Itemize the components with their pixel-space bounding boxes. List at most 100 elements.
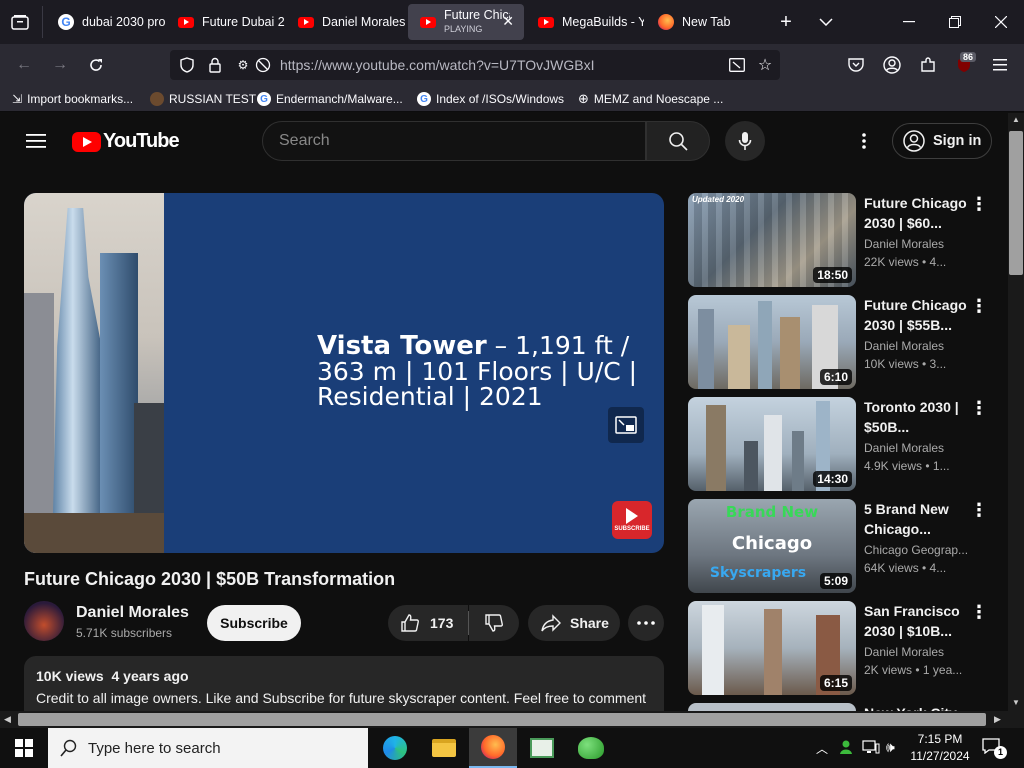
channel-avatar[interactable] <box>24 601 64 641</box>
taskbar-edge[interactable] <box>371 728 419 768</box>
guide-menu-icon[interactable] <box>26 133 46 154</box>
url-text[interactable]: https://www.youtube.com/watch?v=U7TOvJWG… <box>280 57 594 73</box>
shield-icon[interactable] <box>176 54 198 76</box>
taskbar-file-explorer[interactable] <box>420 728 468 768</box>
video-card-menu-icon[interactable]: ⋮ <box>970 297 988 317</box>
lock-icon[interactable] <box>204 54 226 76</box>
related-video-card[interactable]: Updated 2020 18:50 Future Chicago 2030 |… <box>688 193 1008 287</box>
video-card-title[interactable]: Toronto 2030 | $50B... <box>864 397 974 437</box>
video-thumbnail[interactable]: Brand New Chicago Skyscrapers 5:09 <box>688 499 856 593</box>
account-icon[interactable] <box>881 54 903 76</box>
hamburger-menu-icon[interactable] <box>989 54 1011 76</box>
taskbar-messenger[interactable] <box>567 728 615 768</box>
scroll-up-icon[interactable]: ▲ <box>1012 115 1020 124</box>
start-button[interactable] <box>0 728 48 768</box>
video-thumbnail[interactable]: 6:10 <box>688 295 856 389</box>
share-button[interactable]: Share <box>528 605 620 641</box>
scrollbar-thumb[interactable] <box>18 713 986 726</box>
subscribe-watermark[interactable]: SUBSCRIBE <box>612 501 652 539</box>
video-card-channel[interactable]: Chicago Geograp... <box>864 543 974 557</box>
chevron-down-icon[interactable] <box>815 11 837 33</box>
youtube-logo[interactable]: YouTube <box>72 130 180 153</box>
bookmark-endermanch[interactable]: G Endermanch/Malware... <box>257 90 403 108</box>
voice-search-button[interactable] <box>725 121 765 161</box>
more-actions-button[interactable] <box>628 605 664 641</box>
video-thumbnail[interactable]: 6:15 <box>688 601 856 695</box>
taskbar-firefox[interactable] <box>469 728 517 768</box>
horizontal-scrollbar[interactable]: ◀ ▶ <box>0 711 1008 728</box>
bookmark-isos[interactable]: G Index of /ISOs/Windows <box>417 90 564 108</box>
permissions-icon[interactable]: ⚙ <box>232 54 254 76</box>
video-card-menu-icon[interactable]: ⋮ <box>970 501 988 521</box>
video-card-title[interactable]: San Francisco 2030 | $10B... <box>864 601 974 641</box>
tab-dubai-search[interactable]: G dubai 2030 pro <box>46 4 166 40</box>
bookmark-import[interactable]: ⇲ Import bookmarks... <box>12 90 133 108</box>
search-input[interactable]: Search <box>262 121 646 161</box>
forward-arrow-icon[interactable]: → <box>49 54 71 76</box>
restore-icon[interactable] <box>944 11 966 33</box>
tab-future-chicago-active[interactable]: Future Chica PLAYING ✕ <box>408 4 524 40</box>
related-video-card[interactable]: 6:10 Future Chicago 2030 | $55B... Danie… <box>688 295 1008 389</box>
related-video-card[interactable]: 6:15 San Francisco 2030 | $10B... Daniel… <box>688 601 1008 695</box>
pocket-icon[interactable] <box>845 54 867 76</box>
scroll-right-icon[interactable]: ▶ <box>994 714 1001 725</box>
vertical-scrollbar[interactable]: ▲ ▼ <box>1008 113 1024 711</box>
video-card-menu-icon[interactable]: ⋮ <box>970 399 988 419</box>
channel-name[interactable]: Daniel Morales <box>76 604 189 622</box>
bookmark-star-icon[interactable]: ☆ <box>754 54 776 76</box>
video-card-menu-icon[interactable]: ⋮ <box>970 195 988 215</box>
tab-overview-icon[interactable] <box>9 11 31 33</box>
taskbar-app-window[interactable] <box>518 728 566 768</box>
volume-icon[interactable]: 🕪 <box>886 739 895 756</box>
related-video-card[interactable]: New York City... <box>688 703 1008 711</box>
video-player[interactable]: Vista Tower – 1,191 ft / 363 m | 101 Flo… <box>24 193 664 553</box>
video-card-channel[interactable]: Daniel Morales <box>864 441 974 455</box>
scrollbar-thumb[interactable] <box>1009 131 1023 275</box>
video-card-title[interactable]: Future Chicago 2030 | $55B... <box>864 295 974 335</box>
clock-time: 7:15 PM <box>917 732 963 746</box>
video-thumbnail[interactable] <box>688 703 856 711</box>
like-button[interactable]: 173 <box>388 605 468 641</box>
clock[interactable]: 7:15 PM 11/27/2024 <box>910 731 970 765</box>
video-card-title[interactable]: New York City... <box>864 703 974 711</box>
video-card-title[interactable]: 5 Brand New Chicago... <box>864 499 974 539</box>
scroll-left-icon[interactable]: ◀ <box>4 714 11 725</box>
new-tab-plus-icon[interactable]: + <box>775 11 797 33</box>
network-icon[interactable] <box>862 740 880 759</box>
tab-daniel-morales[interactable]: Daniel Morales <box>286 4 406 40</box>
close-window-icon[interactable] <box>990 11 1012 33</box>
tab-megabuilds[interactable]: MegaBuilds - Y <box>526 4 644 40</box>
show-hidden-icons-chevron-icon[interactable]: ︿ <box>816 740 828 757</box>
video-card-channel[interactable]: Daniel Morales <box>864 645 974 659</box>
tab-new-tab[interactable]: New Tab <box>646 4 756 40</box>
video-thumbnail[interactable]: Updated 2020 18:50 <box>688 193 856 287</box>
subscribe-button[interactable]: Subscribe <box>207 605 301 641</box>
video-card-menu-icon[interactable]: ⋮ <box>970 603 988 623</box>
dislike-button[interactable] <box>469 605 519 641</box>
video-thumbnail[interactable]: 14:30 <box>688 397 856 491</box>
autoplay-blocked-icon[interactable] <box>252 54 274 76</box>
video-card-channel[interactable]: Daniel Morales <box>864 237 974 251</box>
reader-view-icon[interactable] <box>726 54 748 76</box>
firefox-icon <box>481 735 505 759</box>
back-arrow-icon[interactable]: ← <box>13 54 35 76</box>
scroll-down-icon[interactable]: ▼ <box>1012 698 1020 707</box>
related-video-card[interactable]: 14:30 Toronto 2030 | $50B... Daniel Mora… <box>688 397 1008 491</box>
bookmark-russian-test[interactable]: RUSSIAN TEST <box>150 90 256 108</box>
video-card-channel[interactable]: Daniel Morales <box>864 339 974 353</box>
video-card-title[interactable]: Future Chicago 2030 | $60... <box>864 193 974 233</box>
picture-in-picture-icon[interactable] <box>608 407 644 443</box>
more-options-icon[interactable] <box>858 131 870 151</box>
sign-in-button[interactable]: Sign in <box>892 123 992 159</box>
taskbar-search-box[interactable]: Type here to search <box>48 728 368 768</box>
bookmark-memz[interactable]: ⊕ MEMZ and Noescape ... <box>578 90 723 108</box>
minimize-icon[interactable] <box>898 11 920 33</box>
search-button[interactable] <box>646 121 710 161</box>
reload-icon[interactable] <box>85 54 107 76</box>
close-tab-icon[interactable]: ✕ <box>502 13 514 30</box>
related-video-card[interactable]: Brand New Chicago Skyscrapers 5:09 5 Bra… <box>688 499 1008 593</box>
tab-future-dubai[interactable]: Future Dubai 2 <box>166 4 286 40</box>
tray-app-icon[interactable] <box>838 739 854 755</box>
description-box[interactable]: 10K views 4 years ago Credit to all imag… <box>24 656 664 711</box>
extensions-icon[interactable] <box>917 54 939 76</box>
